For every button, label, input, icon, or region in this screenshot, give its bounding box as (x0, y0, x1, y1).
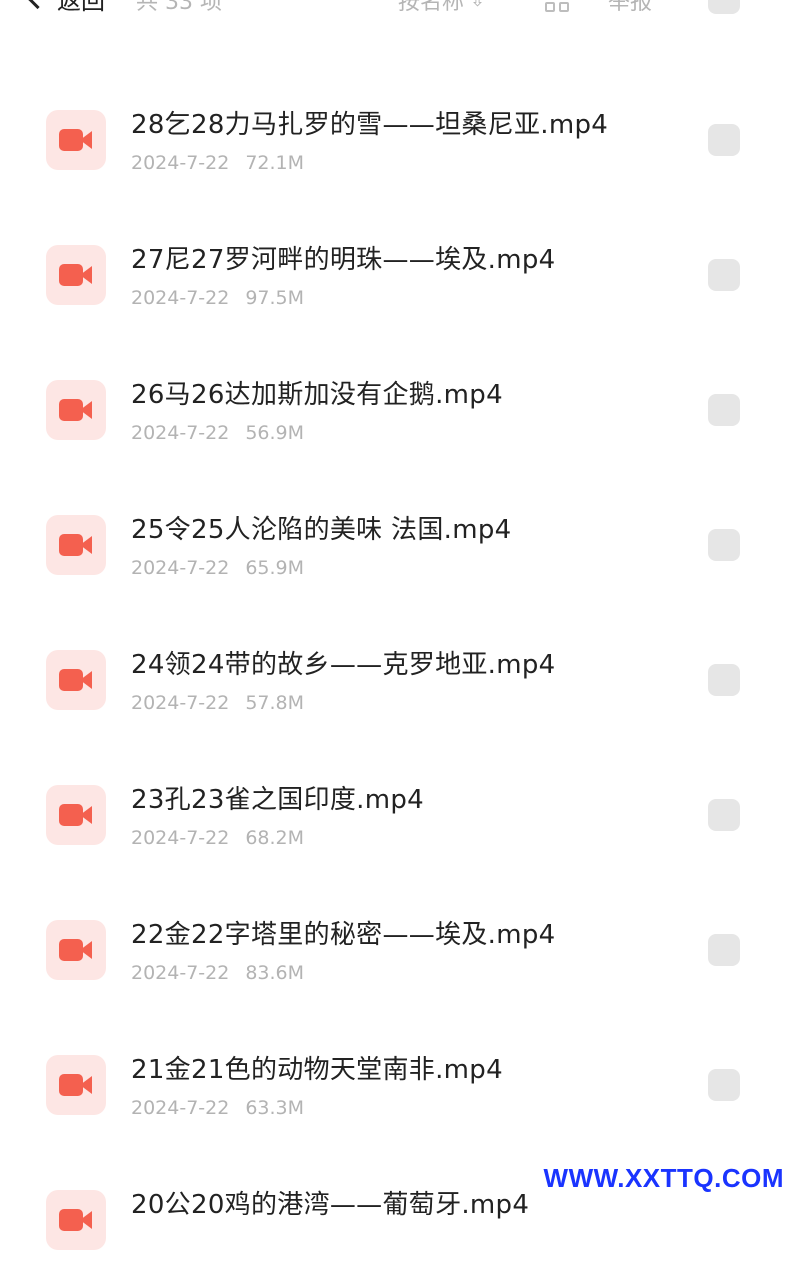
list-item[interactable]: 22金22字塔里的秘密——埃及.mp4 2024-7-22 83.6M (0, 878, 790, 1013)
select-all-checkbox[interactable] (708, 0, 740, 14)
list-item[interactable]: 26马26达加斯加没有企鹅.mp4 2024-7-22 56.9M (0, 338, 790, 473)
video-file-icon (46, 1055, 106, 1115)
report-button[interactable]: 举报 (608, 0, 652, 16)
file-date: 2024-7-22 (131, 1097, 230, 1119)
file-name: 25令25人沦陷的美味 法国.mp4 (131, 515, 512, 545)
watermark: WWW.XXTTQ.COM (543, 1163, 784, 1193)
video-file-icon (46, 1190, 106, 1250)
file-size: 63.3M (245, 1097, 305, 1119)
file-list: 28乞28力马扎罗的雪——坦桑尼亚.mp4 2024-7-22 72.1M 27尼… (0, 68, 790, 1283)
list-item[interactable]: 25令25人沦陷的美味 法国.mp4 2024-7-22 65.9M (0, 473, 790, 608)
video-file-icon (46, 110, 106, 170)
sort-label: 按名称 (398, 0, 465, 15)
file-size: 68.2M (245, 827, 305, 849)
select-checkbox[interactable] (708, 799, 740, 831)
file-name: 27尼27罗河畔的明珠——埃及.mp4 (131, 245, 556, 275)
file-date: 2024-7-22 (131, 557, 230, 579)
file-size: 83.6M (245, 962, 305, 984)
chevron-left-icon (26, 0, 49, 9)
file-date: 2024-7-22 (131, 152, 230, 174)
file-size: 57.8M (245, 692, 305, 714)
file-size: 97.5M (245, 287, 305, 309)
select-checkbox[interactable] (708, 934, 740, 966)
file-date: 2024-7-22 (131, 827, 230, 849)
select-checkbox[interactable] (708, 124, 740, 156)
list-item[interactable]: 23孔23雀之国印度.mp4 2024-7-22 68.2M (0, 743, 790, 878)
top-bar: 返回 共 33 项 按名称 ⇩ 举报 (0, 0, 790, 18)
file-size: 65.9M (245, 557, 305, 579)
file-date: 2024-7-22 (131, 962, 230, 984)
video-file-icon (46, 650, 106, 710)
select-checkbox[interactable] (708, 394, 740, 426)
file-size: 72.1M (245, 152, 305, 174)
sort-button[interactable]: 按名称 ⇩ (398, 0, 485, 16)
arrow-down-icon: ⇩ (470, 0, 486, 11)
file-name: 21金21色的动物天堂南非.mp4 (131, 1055, 503, 1085)
select-checkbox[interactable] (708, 664, 740, 696)
file-name: 22金22字塔里的秘密——埃及.mp4 (131, 920, 556, 950)
file-size: 56.9M (245, 422, 305, 444)
video-file-icon (46, 920, 106, 980)
list-item[interactable]: 24领24带的故乡——克罗地亚.mp4 2024-7-22 57.8M (0, 608, 790, 743)
video-file-icon (46, 245, 106, 305)
file-name: 20公20鸡的港湾——葡萄牙.mp4 (131, 1190, 530, 1220)
list-item[interactable]: 28乞28力马扎罗的雪——坦桑尼亚.mp4 2024-7-22 72.1M (0, 68, 790, 203)
file-date: 2024-7-22 (131, 692, 230, 714)
file-name: 23孔23雀之国印度.mp4 (131, 785, 425, 815)
grid-view-icon[interactable] (545, 0, 571, 14)
item-count: 共 33 项 (136, 0, 222, 15)
select-checkbox[interactable] (708, 259, 740, 291)
video-file-icon (46, 785, 106, 845)
select-checkbox[interactable] (708, 529, 740, 561)
list-item[interactable]: 21金21色的动物天堂南非.mp4 2024-7-22 63.3M (0, 1013, 790, 1148)
back-label: 返回 (57, 0, 105, 15)
file-date: 2024-7-22 (131, 287, 230, 309)
back-button[interactable]: 返回 (26, 0, 105, 18)
file-name: 28乞28力马扎罗的雪——坦桑尼亚.mp4 (131, 110, 609, 140)
file-name: 24领24带的故乡——克罗地亚.mp4 (131, 650, 556, 680)
select-checkbox[interactable] (708, 1069, 740, 1101)
list-item[interactable]: 27尼27罗河畔的明珠——埃及.mp4 2024-7-22 97.5M (0, 203, 790, 338)
video-file-icon (46, 515, 106, 575)
video-file-icon (46, 380, 106, 440)
file-name: 26马26达加斯加没有企鹅.mp4 (131, 380, 503, 410)
file-date: 2024-7-22 (131, 422, 230, 444)
